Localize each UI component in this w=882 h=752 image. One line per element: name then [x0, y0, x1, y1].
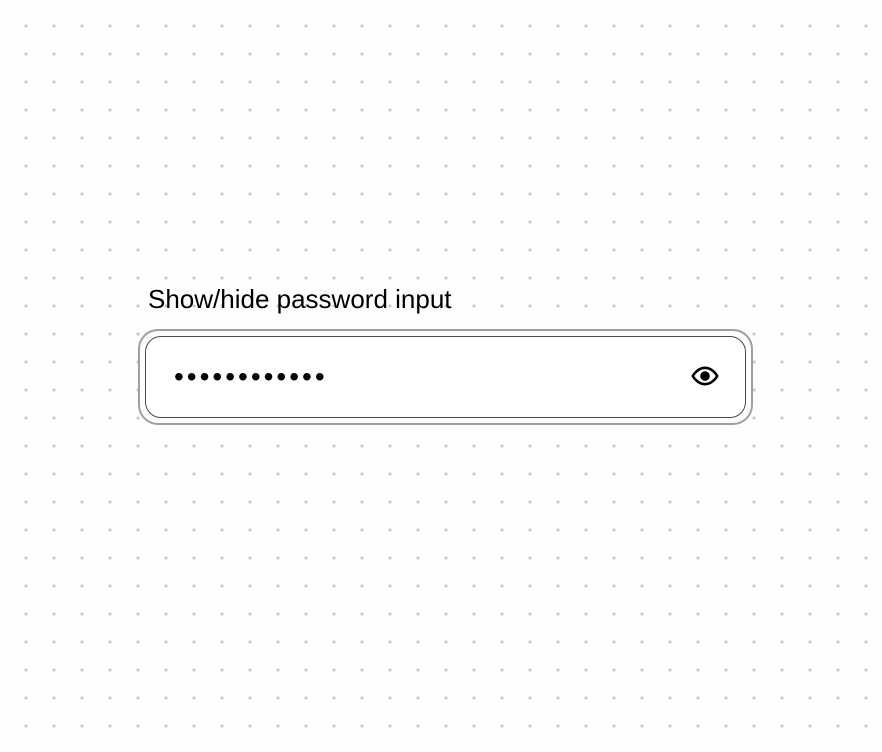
input-outer-border: [138, 329, 753, 425]
password-component: Show/hide password input: [138, 284, 753, 425]
password-input[interactable]: [174, 361, 687, 393]
toggle-visibility-button[interactable]: [687, 358, 723, 397]
input-wrapper: [145, 336, 746, 418]
eye-icon: [691, 362, 719, 393]
field-label: Show/hide password input: [138, 284, 753, 315]
